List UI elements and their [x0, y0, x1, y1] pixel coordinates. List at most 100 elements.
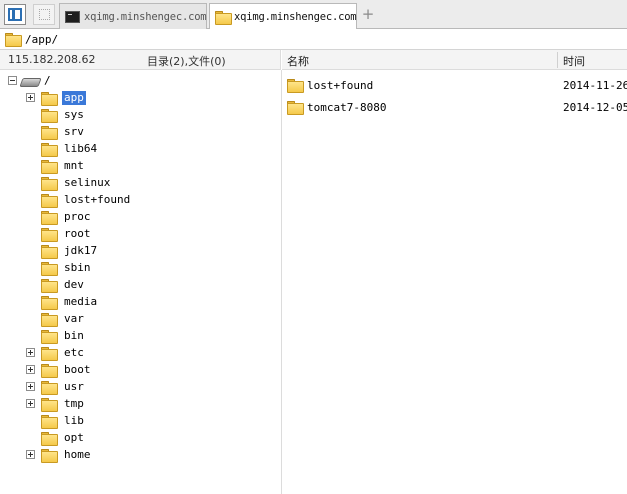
tree-item-opt[interactable]: opt	[26, 429, 86, 446]
tree-item-label: sbin	[64, 260, 91, 274]
directory-count: 目录(2),文件(0)	[147, 55, 226, 68]
tree-root[interactable]: /	[8, 72, 53, 89]
tree-item-label: etc	[64, 345, 84, 359]
toggle-panel-button[interactable]	[4, 4, 26, 25]
file-time: 2014-11-26	[563, 78, 627, 92]
tree-item-label: lib	[64, 413, 84, 427]
folder-icon	[41, 142, 58, 157]
add-tab-button[interactable]: +	[361, 6, 375, 22]
folder-icon	[41, 91, 58, 106]
directory-tree: / app sys srv lib64 mnt selinux lost+found proc…	[0, 70, 282, 494]
tree-item-etc[interactable]: etc	[26, 344, 86, 361]
folder-icon	[41, 431, 58, 446]
folder-icon	[41, 261, 58, 276]
expand-icon[interactable]	[26, 382, 35, 391]
server-ip: 115.182.208.62	[8, 53, 96, 66]
tree-item-label: proc	[64, 209, 91, 223]
path-bar[interactable]: /app/	[0, 29, 627, 50]
tree-item-label: jdk17	[64, 243, 98, 257]
file-row[interactable]: lost+found 2014-11-26	[287, 76, 627, 94]
tree-item-label: lost+found	[64, 192, 131, 206]
tab-label: xqimg.minshengec.com	[84, 10, 207, 23]
tree-item-label: boot	[64, 362, 91, 376]
file-list-header: 名称 时间	[282, 50, 627, 70]
tree-item-jdk17[interactable]: jdk17	[26, 242, 99, 259]
folder-icon	[41, 159, 58, 174]
folder-icon	[287, 79, 304, 93]
expand-icon[interactable]	[26, 365, 35, 374]
expand-icon[interactable]	[26, 348, 35, 357]
tree-item-label: media	[64, 294, 98, 308]
panel-icon	[8, 8, 22, 21]
tab-bar: xqimg.minshengec.com xqimg.minshengec.co…	[0, 0, 627, 30]
folder-icon	[41, 295, 58, 310]
tree-item-label: app	[62, 90, 86, 105]
folder-icon	[41, 363, 58, 378]
tree-item-lib64[interactable]: lib64	[26, 140, 99, 157]
tree-item-lost-found[interactable]: lost+found	[26, 191, 132, 208]
folder-icon	[41, 244, 58, 259]
tree-item-label: root	[64, 226, 91, 240]
tree-item-media[interactable]: media	[26, 293, 99, 310]
tree-item-var[interactable]: var	[26, 310, 86, 327]
folder-icon	[41, 414, 58, 429]
folder-icon	[41, 193, 58, 208]
tree-header: 115.182.208.62 目录(2),文件(0)	[0, 50, 281, 70]
tree-root-label: /	[44, 73, 51, 87]
tree-item-label: home	[64, 447, 91, 461]
column-header-name[interactable]: 名称	[287, 53, 309, 69]
tree-item-label: sys	[64, 107, 84, 121]
terminal-icon	[65, 10, 80, 23]
tree-item-root[interactable]: root	[26, 225, 93, 242]
tree-item-label: lib64	[64, 141, 98, 155]
tree-item-home[interactable]: home	[26, 446, 93, 463]
tree-item-label: tmp	[64, 396, 84, 410]
folder-icon	[5, 33, 22, 47]
collapse-icon[interactable]	[8, 76, 17, 85]
tree-item-label: opt	[64, 430, 84, 444]
tab-file-browser[interactable]: xqimg.minshengec.com	[209, 3, 357, 30]
expand-icon[interactable]	[26, 93, 35, 102]
tree-item-proc[interactable]: proc	[26, 208, 93, 225]
tree-item-label: bin	[64, 328, 84, 342]
tree-item-dev[interactable]: dev	[26, 276, 86, 293]
folder-icon	[41, 448, 58, 463]
tree-item-srv[interactable]: srv	[26, 123, 86, 140]
folder-icon	[41, 278, 58, 293]
tree-item-mnt[interactable]: mnt	[26, 157, 86, 174]
tree-item-lib[interactable]: lib	[26, 412, 86, 429]
tree-item-label: dev	[64, 277, 84, 291]
folder-icon	[41, 210, 58, 225]
tree-item-label: selinux	[64, 175, 111, 189]
tab-label: xqimg.minshengec.com	[234, 11, 357, 23]
file-name: lost+found	[307, 78, 374, 92]
expand-icon[interactable]	[26, 450, 35, 459]
drive-icon	[21, 76, 38, 85]
placeholder-icon	[39, 9, 50, 20]
tree-item-app[interactable]: app	[26, 89, 86, 106]
folder-icon	[41, 380, 58, 395]
folder-icon	[41, 346, 58, 361]
tree-item-label: var	[64, 311, 84, 325]
current-path: /app/	[25, 32, 59, 46]
disabled-toolbar-button[interactable]	[33, 4, 55, 25]
tree-item-tmp[interactable]: tmp	[26, 395, 86, 412]
tree-item-label: mnt	[64, 158, 84, 172]
tree-item-bin[interactable]: bin	[26, 327, 86, 344]
folder-icon	[41, 329, 58, 344]
folder-icon	[41, 312, 58, 327]
tab-terminal[interactable]: xqimg.minshengec.com	[59, 3, 207, 29]
folder-icon	[287, 101, 304, 115]
tree-item-usr[interactable]: usr	[26, 378, 86, 395]
tree-item-sbin[interactable]: sbin	[26, 259, 93, 276]
column-divider[interactable]	[557, 52, 558, 68]
tree-item-label: srv	[64, 124, 84, 138]
file-row[interactable]: tomcat7-8080 2014-12-05	[287, 98, 627, 116]
tree-item-sys[interactable]: sys	[26, 106, 86, 123]
expand-icon[interactable]	[26, 399, 35, 408]
tree-item-boot[interactable]: boot	[26, 361, 93, 378]
folder-icon	[41, 108, 58, 123]
tree-item-selinux[interactable]: selinux	[26, 174, 112, 191]
folder-icon	[41, 176, 58, 191]
column-header-time[interactable]: 时间	[563, 53, 585, 69]
